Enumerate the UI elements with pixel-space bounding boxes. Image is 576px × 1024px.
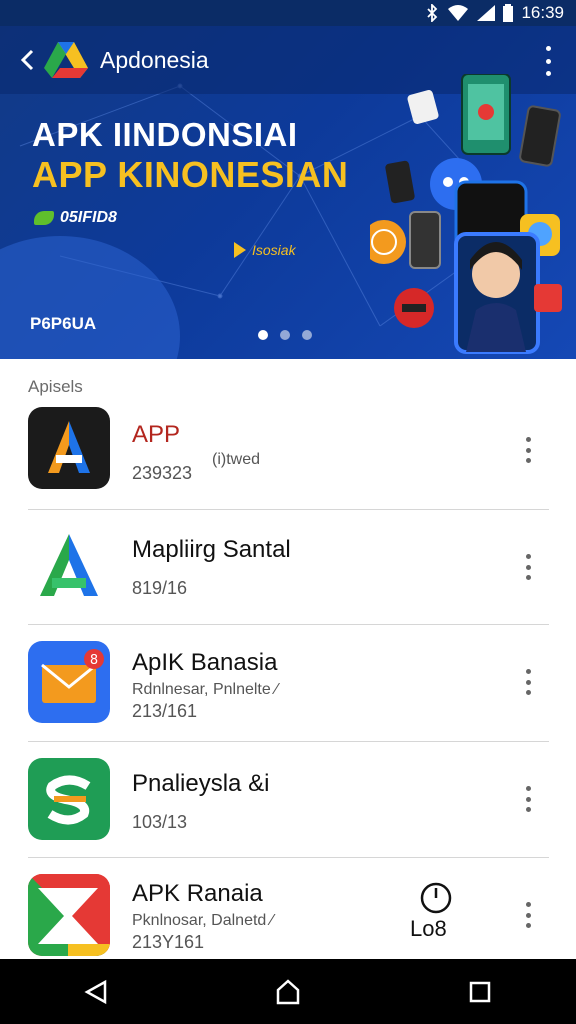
banner-headline-2: APP KINONESIAN (32, 154, 349, 195)
app-meta: 239323 (132, 463, 193, 483)
letter-s-green-icon (28, 758, 110, 840)
play-icon (234, 242, 246, 258)
overflow-menu-button[interactable] (538, 46, 558, 76)
app-name: APP (132, 421, 181, 448)
square-recents-icon (469, 981, 491, 1002)
carousel-dot-2[interactable] (280, 330, 290, 340)
battery-icon (503, 4, 514, 22)
list-item[interactable]: Mapliirg Santal 819/16 (28, 510, 549, 625)
arrow-x-red-icon (28, 874, 110, 956)
list-item[interactable]: 8 ApIK Banasia Rdnlnesar, Pnlnelte ∕ 213… (28, 625, 549, 742)
more-vert-icon (545, 46, 551, 51)
leaf-icon (34, 211, 54, 225)
banner-pill: 05IFID8 (34, 209, 117, 227)
item-overflow-button[interactable] (523, 902, 533, 928)
banner-play-text: Isosiak (252, 242, 296, 258)
list-item[interactable]: APK Ranaia Pknlnosar, Dalnetd ∕ 213Y161 … (28, 858, 549, 959)
mail-envelope-icon: 8 (28, 641, 110, 723)
app-name: Pnalieysla &i (132, 770, 270, 797)
status-time: 16:39 (521, 3, 564, 22)
nav-back-button[interactable] (66, 967, 126, 1017)
app-name: ApIK Banasia (132, 649, 278, 676)
app-name: APK Ranaia (132, 880, 263, 907)
app-meta: 213Y161 (132, 932, 205, 952)
app-meta: 819/16 (132, 578, 188, 598)
list-item[interactable]: APP 239323 (i)twed (28, 399, 549, 510)
app-list: Apisels APP 239323 (i)twed Mapliirg Sant… (0, 359, 576, 959)
item-overflow-button[interactable] (523, 669, 533, 695)
app-name: Mapliirg Santal (132, 536, 291, 563)
item-overflow-button[interactable] (523, 786, 533, 812)
banner-play-tag: Isosiak (234, 242, 296, 258)
carousel-dot-1[interactable] (258, 330, 268, 340)
hero-banner[interactable]: Apdonesia APK IINDONSIAI APP KINONESIAN … (0, 26, 576, 359)
letter-a-gradient-icon (28, 526, 110, 608)
app-logo-icon (44, 42, 88, 78)
banner-label: P6P6UA (30, 314, 97, 333)
log-label: Lo8 (410, 916, 447, 941)
carousel-dot-3[interactable] (302, 330, 312, 340)
chevron-left-icon (20, 49, 34, 71)
log-badge[interactable]: Lo8 (406, 880, 466, 944)
bluetooth-icon (425, 4, 439, 22)
back-button[interactable] (12, 40, 42, 80)
banner-pill-text: 05IFID8 (60, 209, 117, 226)
banner-headline-1: APK IINDONSIAI (32, 116, 298, 153)
nav-home-button[interactable] (258, 967, 318, 1017)
app-collage-illustration (370, 74, 562, 354)
app-subtitle: Pknlnosar, Dalnetd ∕ (132, 912, 274, 929)
section-label: Apisels (28, 377, 83, 396)
letter-a-dark-icon (28, 407, 110, 489)
item-overflow-button[interactable] (523, 554, 533, 580)
list-item[interactable]: Pnalieysla &i 103/13 (28, 742, 549, 858)
home-icon (276, 978, 300, 1004)
nav-recents-button[interactable] (450, 967, 510, 1017)
app-meta: 213/161 (132, 701, 198, 721)
app-subtitle: Rdnlnesar, Pnlnelte ∕ (132, 681, 278, 698)
wifi-icon (447, 5, 469, 21)
carousel-indicators (258, 330, 312, 340)
app-meta: 103/13 (132, 812, 188, 832)
signal-icon (477, 5, 496, 21)
app-title: Apdonesia (100, 46, 209, 73)
clock-icon (420, 882, 452, 914)
svg-text:8: 8 (90, 653, 98, 668)
triangle-back-icon (84, 979, 107, 1004)
system-nav-bar (0, 959, 576, 1024)
app-tag: (i)twed (212, 451, 261, 468)
status-bar: 16:39 (0, 0, 576, 26)
item-overflow-button[interactable] (523, 437, 533, 463)
